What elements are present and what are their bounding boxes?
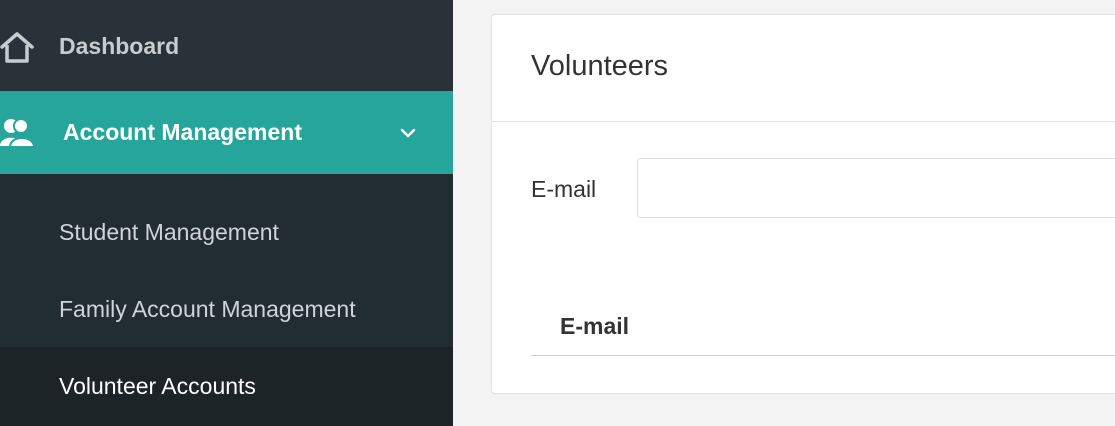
sidebar-item-label: Family Account Management [59, 296, 356, 322]
chevron-down-icon[interactable] [398, 125, 418, 141]
page-title: Volunteers [531, 50, 669, 82]
sidebar-item-student-management[interactable]: Student Management [0, 193, 453, 270]
divider [492, 121, 1115, 122]
sidebar-item-label: Volunteer Accounts [59, 373, 256, 399]
home-icon [0, 30, 34, 64]
sidebar-item-family-account-management[interactable]: Family Account Management [0, 270, 453, 347]
sidebar-item-dashboard[interactable]: Dashboard [0, 0, 453, 91]
sidebar-item-label: Account Management [63, 119, 302, 145]
volunteers-panel: Volunteers E-mail E-mail [491, 14, 1115, 394]
column-header-email[interactable]: E-mail [560, 313, 629, 340]
sidebar-item-label: Dashboard [59, 33, 180, 59]
email-field[interactable] [637, 158, 1115, 218]
sidebar-item-volunteer-accounts[interactable]: Volunteer Accounts [0, 347, 453, 426]
sidebar-item-account-management[interactable]: Account Management [0, 91, 453, 174]
sidebar-item-label: Student Management [59, 219, 279, 245]
sidebar: Dashboard Account Management Student Man… [0, 0, 453, 426]
users-icon [0, 116, 36, 150]
email-label: E-mail [531, 176, 597, 202]
table-header: E-mail [531, 305, 1115, 356]
